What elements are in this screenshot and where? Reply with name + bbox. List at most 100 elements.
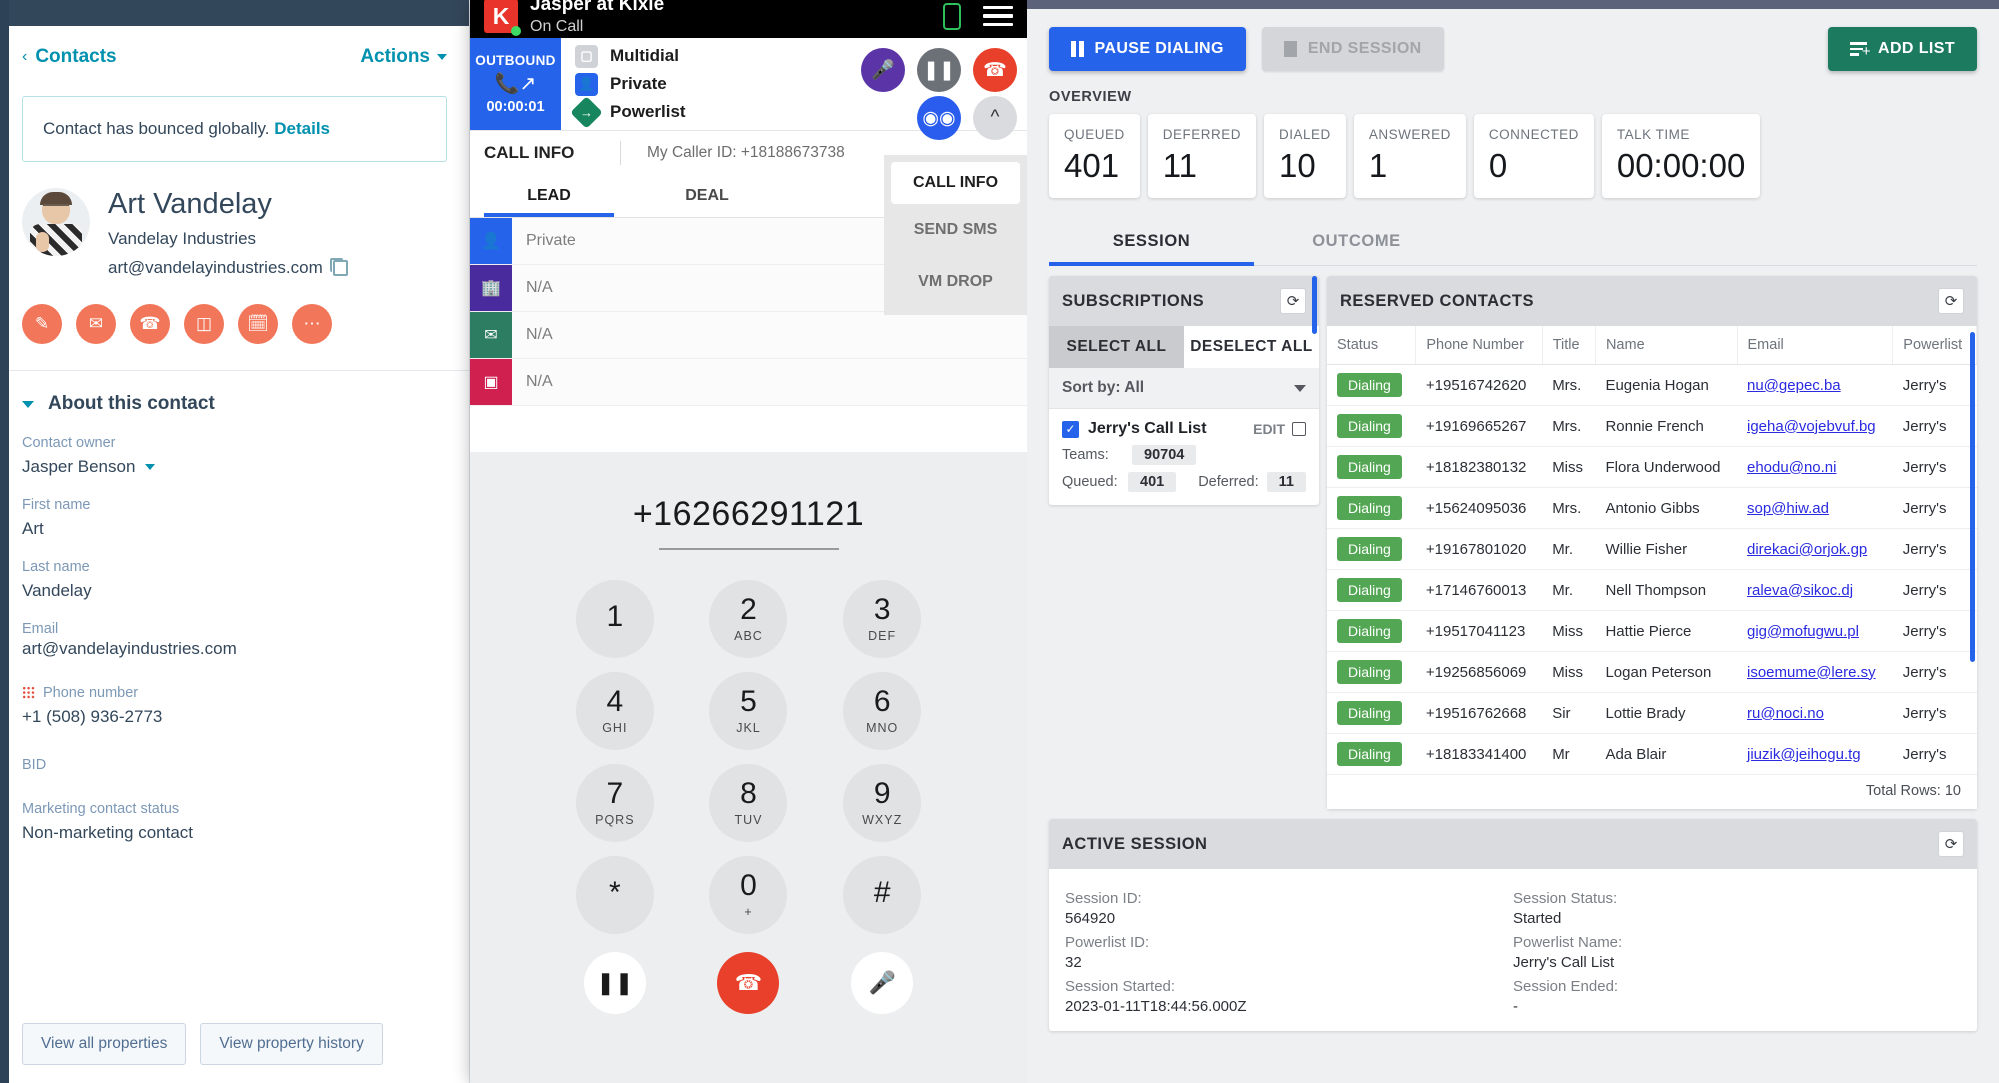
table-row[interactable]: Dialing +18182380132 Miss Flora Underwood eh… [1327, 446, 1977, 488]
field-value[interactable]: +1 (508) 936-2773 [22, 707, 447, 727]
deferred-value: 11 [1266, 472, 1306, 492]
chevron-down-icon[interactable] [145, 464, 156, 471]
table-scrollbar[interactable] [1970, 332, 1975, 662]
mute-button[interactable]: 🎤 [861, 48, 905, 92]
log-icon[interactable]: ◫ [184, 304, 224, 345]
subscriptions-scrollbar[interactable] [1312, 276, 1317, 334]
email-link[interactable]: ru@noci.no [1747, 705, 1824, 722]
side-vm-drop-button[interactable]: VM DROP [891, 256, 1020, 308]
field-value[interactable]: Vandelay [22, 581, 447, 601]
refresh-icon[interactable]: ⟳ [1280, 288, 1306, 314]
about-section-header[interactable]: About this contact [0, 371, 469, 415]
subscription-edit-link[interactable]: EDIT [1253, 421, 1306, 437]
side-send-sms-button[interactable]: SEND SMS [891, 204, 1020, 256]
email-icon[interactable]: ✉ [76, 304, 116, 345]
dialpad-key-hash[interactable]: # [843, 856, 922, 934]
email-link[interactable]: direkaci@orjok.gp [1747, 541, 1867, 558]
alert-details-link[interactable]: Details [274, 119, 330, 138]
key-digit: 7 [606, 777, 624, 810]
dialpad-key-8[interactable]: 8 TUV [709, 764, 788, 842]
column-status[interactable]: Status [1327, 326, 1417, 365]
email-link[interactable]: nu@gepec.ba [1747, 377, 1841, 394]
dialpad-key-5[interactable]: 5 JKL [709, 672, 788, 750]
email-link[interactable]: gig@mofugwu.pl [1747, 623, 1859, 640]
email-link[interactable]: jiuzik@jeihogu.tg [1747, 746, 1861, 763]
dialpad-key-6[interactable]: 6 MNO [843, 672, 922, 750]
table-row[interactable]: Dialing +19517041123 Miss Hattie Pierce gig@… [1327, 610, 1977, 652]
status-badge: Dialing [1337, 537, 1402, 561]
voicemail-button[interactable]: ◉◉ [917, 96, 961, 140]
column-powerlist[interactable]: Powerlist [1892, 326, 1977, 365]
table-row[interactable]: Dialing +17146760013 Mr. Nell Thompson ralev… [1327, 569, 1977, 611]
more-icon[interactable]: ⋯ [292, 304, 332, 345]
column-name[interactable]: Name [1595, 326, 1738, 365]
view-property-history-button[interactable]: View property history [200, 1023, 383, 1065]
meeting-icon[interactable]: 🗓 [238, 304, 278, 345]
dialpad-key-4[interactable]: 4 GHI [575, 672, 654, 750]
mode-multidial[interactable]: ▢ Multidial [575, 44, 852, 68]
actions-menu[interactable]: Actions [360, 46, 447, 68]
dialpad-key-2[interactable]: 2 ABC [709, 580, 788, 658]
table-row[interactable]: Dialing +19169665267 Mrs. Ronnie French igeh… [1327, 405, 1977, 447]
dialpad-key-star[interactable]: * [575, 856, 654, 934]
tab-session[interactable]: SESSION [1049, 218, 1254, 266]
back-to-contacts-link[interactable]: ‹ Contacts [22, 46, 117, 68]
table-row[interactable]: Dialing +18183341400 Mr Ada Blair jiuzik@jei… [1327, 733, 1977, 775]
side-call-info-button[interactable]: CALL INFO [891, 162, 1020, 204]
email-link[interactable]: sop@hiw.ad [1747, 500, 1829, 517]
reserved-contacts-column: RESERVED CONTACTS ⟳ Status Phone Number … [1327, 276, 1977, 809]
tab-lead[interactable]: LEAD [470, 174, 628, 217]
deselect-all-button[interactable]: DESELECT ALL [1184, 326, 1319, 368]
mode-private[interactable]: 👤 Private [575, 72, 852, 96]
dialpad-key-1[interactable]: 1 [575, 580, 654, 658]
lead-value[interactable]: N/A [512, 359, 1027, 405]
add-list-button[interactable]: + ADD LIST [1828, 27, 1977, 71]
pad-hold-button[interactable]: ❚❚ [583, 952, 646, 1014]
pad-hangup-button[interactable]: ☎ [717, 952, 780, 1014]
subscription-checkbox[interactable]: ✓ [1062, 420, 1079, 438]
copy-icon[interactable] [329, 258, 348, 277]
column-email[interactable]: Email [1737, 326, 1894, 365]
phone-icon[interactable] [943, 2, 961, 30]
dialpad-key-7[interactable]: 7 PQRS [575, 764, 654, 842]
menu-icon[interactable] [983, 5, 1013, 27]
field-value[interactable]: Jasper Benson [22, 457, 447, 477]
tab-deal[interactable]: DEAL [628, 174, 786, 217]
pad-mic-button[interactable]: 🎤 [851, 952, 914, 1014]
view-all-properties-button[interactable]: View all properties [22, 1023, 187, 1065]
field-value[interactable]: Art [22, 519, 447, 539]
tab-outcome[interactable]: OUTCOME [1254, 218, 1459, 265]
collapse-button[interactable]: ^ [973, 96, 1017, 140]
refresh-icon[interactable]: ⟳ [1938, 288, 1964, 314]
call-icon[interactable]: ☎ [130, 304, 170, 345]
table-row[interactable]: Dialing +19516742620 Mrs. Eugenia Hogan nu@g… [1327, 364, 1977, 406]
end-session-button[interactable]: END SESSION [1261, 27, 1444, 71]
column-phone[interactable]: Phone Number [1415, 326, 1543, 365]
status-badge: Dialing [1337, 373, 1402, 397]
lead-value[interactable]: N/A [512, 312, 1027, 358]
email-link[interactable]: ehodu@no.ni [1747, 459, 1836, 476]
hold-button[interactable]: ❚❚ [917, 48, 961, 92]
select-all-button[interactable]: SELECT ALL [1049, 326, 1184, 368]
dialpad-key-9[interactable]: 9 WXYZ [843, 764, 922, 842]
pause-dialing-button[interactable]: PAUSE DIALING [1049, 27, 1246, 71]
dialpad-key-3[interactable]: 3 DEF [843, 580, 922, 658]
cell-powerlist: Jerry's [1892, 651, 1977, 693]
table-row[interactable]: Dialing +19167801020 Mr. Willie Fisher direk… [1327, 528, 1977, 570]
cell-name: Eugenia Hogan [1595, 364, 1737, 406]
refresh-icon[interactable]: ⟳ [1938, 831, 1964, 857]
note-icon[interactable]: ✎ [22, 304, 62, 345]
email-link[interactable]: igeha@vojebvuf.bg [1747, 418, 1876, 435]
mode-powerlist[interactable]: → Powerlist [570, 95, 852, 129]
hangup-button[interactable]: ☎ [973, 48, 1017, 92]
dialed-number[interactable]: +16266291121 [470, 495, 1027, 534]
sort-by-dropdown[interactable]: Sort by: All [1049, 368, 1319, 409]
email-link[interactable]: isoemume@lere.sy [1747, 664, 1876, 681]
email-link[interactable]: raleva@sikoc.dj [1747, 582, 1853, 599]
table-row[interactable]: Dialing +19256856069 Miss Logan Peterson iso… [1327, 651, 1977, 693]
column-title[interactable]: Title [1542, 326, 1596, 365]
table-row[interactable]: Dialing +19516762668 Sir Lottie Brady ru@noc… [1327, 692, 1977, 734]
table-row[interactable]: Dialing +15624095036 Mrs. Antonio Gibbs sop@… [1327, 487, 1977, 529]
dialpad-key-0[interactable]: 0 + [709, 856, 788, 934]
field-value[interactable]: art@vandelayindustries.com [22, 639, 447, 659]
